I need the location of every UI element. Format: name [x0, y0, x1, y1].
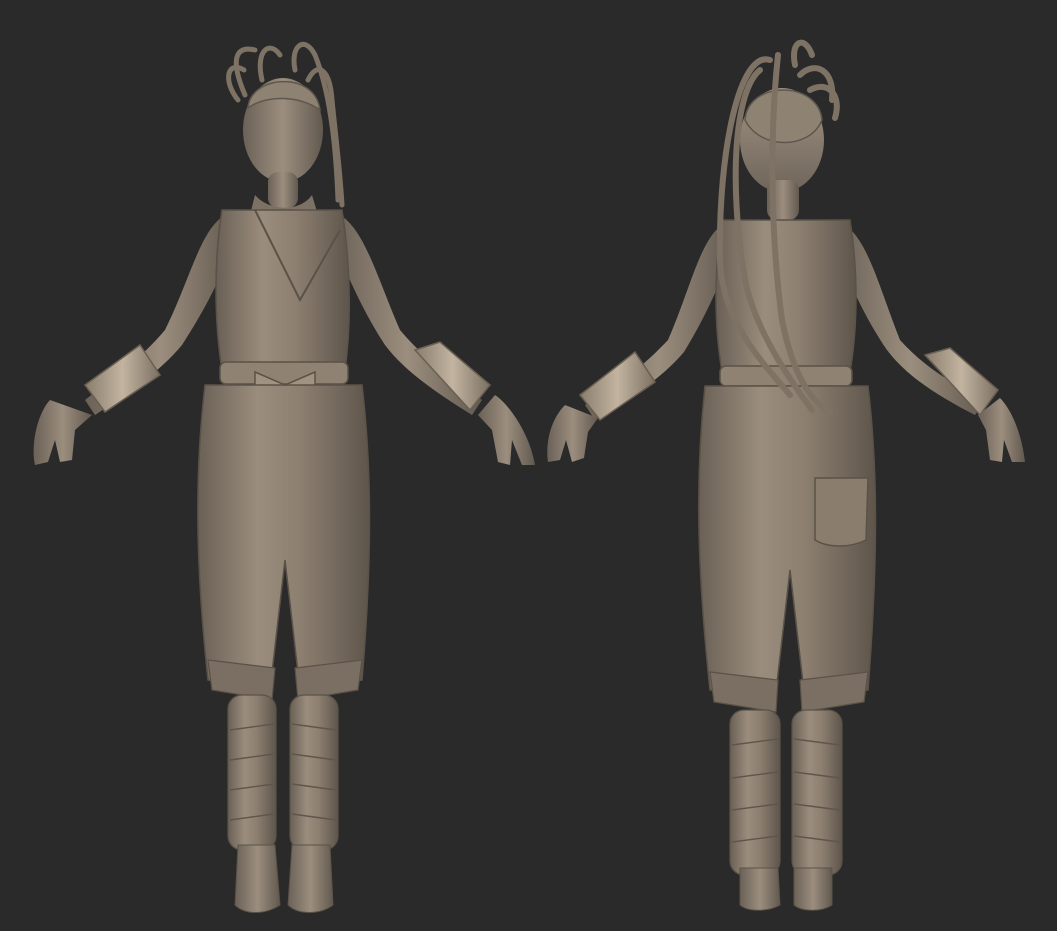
- legwrap-left-back: [729, 709, 781, 876]
- viewport-canvas[interactable]: [0, 0, 1057, 931]
- figure-back[interactable]: [547, 39, 1025, 911]
- legwrap-left-front: [227, 694, 277, 851]
- neck-front: [268, 172, 298, 208]
- foot-right-front: [287, 844, 334, 913]
- legwrap-right-front: [289, 694, 339, 851]
- belt-front: [219, 361, 349, 385]
- pants-cuffs-back: [709, 671, 869, 713]
- pants-cuffs-front: [207, 659, 363, 701]
- back-pocket: [814, 477, 869, 547]
- foot-left-front: [234, 844, 281, 913]
- figure-front[interactable]: [33, 41, 535, 913]
- hand-left-front: [33, 400, 92, 465]
- hand-left-back: [547, 405, 598, 462]
- top-front: [215, 209, 351, 371]
- sculpt-viewport[interactable]: [0, 0, 1057, 931]
- heel-right-back: [793, 867, 833, 911]
- heel-left-back: [739, 867, 781, 911]
- hand-right-front: [478, 395, 535, 465]
- pants-front: [197, 384, 371, 691]
- legwrap-right-back: [791, 709, 843, 876]
- bracer-left-back: [578, 350, 657, 422]
